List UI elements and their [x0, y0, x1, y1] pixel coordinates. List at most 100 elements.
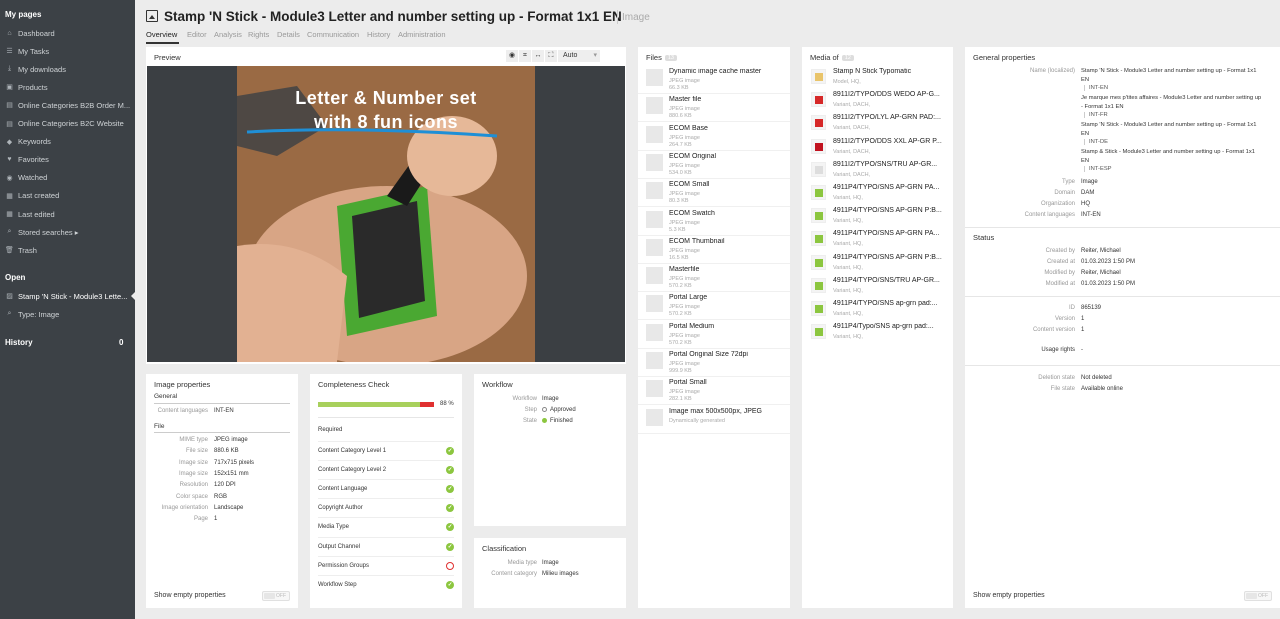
- file-list-item[interactable]: ECOM Swatch JPEG image 5.3 KB: [638, 208, 790, 236]
- file-list-item[interactable]: Portal Original Size 72dpi JPEG image 999.…: [638, 349, 790, 377]
- preview-viewport[interactable]: Letter & Number set with 8 fun icons: [147, 66, 625, 362]
- sidebar-item-keywords[interactable]: ◆ Keywords: [0, 134, 135, 150]
- media-of-item[interactable]: 4911P4/TYPO/SNS AP-GRN PA... Variant, HQ,: [802, 182, 953, 205]
- localized-name-line2: - Format 1x1 EN: [1081, 103, 1124, 110]
- file-size: 999.9 KB: [669, 368, 692, 374]
- fullscreen-icon[interactable]: ⛶: [545, 50, 557, 62]
- tab-history[interactable]: History: [367, 30, 390, 39]
- localized-name-lang: INT-DE: [1084, 139, 1108, 145]
- sidebar-item-last-created[interactable]: ▦ Last created: [0, 188, 135, 204]
- media-of-subtitle: Variant, HQ,: [833, 287, 863, 294]
- sidebar-item-my-tasks[interactable]: ☰ My Tasks: [0, 43, 135, 59]
- required-field-label: Permission Groups: [318, 562, 370, 569]
- sidebar-item-watched[interactable]: ◉ Watched: [0, 170, 135, 186]
- show-empty-toggle[interactable]: OFF: [1244, 591, 1272, 601]
- home-icon: ⌂: [7, 29, 12, 37]
- file-list-item[interactable]: ECOM Original JPEG image 534.0 KB: [638, 151, 790, 179]
- media-of-item[interactable]: 8911I2/TYPO/DDS WEDO AP-G... Variant, DAC…: [802, 89, 953, 112]
- sidebar-item-favorites[interactable]: ♥ Favorites: [0, 152, 135, 168]
- workflow-panel: Workflow Workflow Image Step Approved St…: [474, 374, 626, 526]
- content-category-value: Milieu images: [542, 571, 579, 577]
- missing-icon: [446, 561, 454, 570]
- domain-value: DAM: [1081, 190, 1095, 196]
- file-size: 282.1 KB: [669, 396, 692, 403]
- file-list-item[interactable]: Master file JPEG image 880.6 KB: [638, 94, 790, 123]
- media-of-item[interactable]: Stamp N Stick Typomatic Model, HQ,: [802, 66, 953, 89]
- sidebar-item-online-categories-b2b-order-m[interactable]: ▤ Online Categories B2B Order M...: [0, 97, 135, 113]
- sidebar-item-my-downloads[interactable]: ⤓ My downloads: [0, 61, 135, 77]
- state-value: Finished: [550, 418, 573, 424]
- file-icon: [646, 380, 663, 398]
- workflow-value: Image: [542, 396, 559, 402]
- crop-icon[interactable]: ⌗: [519, 50, 531, 62]
- file-list-item[interactable]: ECOM Small JPEG image 80.3 KB: [638, 179, 790, 208]
- file-icon: [646, 323, 663, 341]
- completeness-heading: Completeness Check: [318, 380, 390, 389]
- media-of-item[interactable]: 8911I2/TYPO/LYL AP-GRN PAD:... Variant, D…: [802, 112, 953, 135]
- file-list-item[interactable]: Portal Medium JPEG image 570.2 KB: [638, 321, 790, 349]
- media-of-item[interactable]: 8911I2/TYPO/DDS XXL AP-GR P... Variant, D…: [802, 136, 953, 159]
- localized-name-lang: INT-FR: [1084, 112, 1108, 118]
- organization-label: Organization: [1040, 201, 1075, 207]
- file-size: 66.3 KB: [669, 85, 689, 91]
- zoom-select[interactable]: Auto ▾: [558, 50, 600, 62]
- file-list-item[interactable]: Portal Large JPEG image 570.2 KB: [638, 292, 790, 321]
- open-item-current-asset[interactable]: ▨ Stamp 'N Stick - Module3 Lette...: [0, 288, 135, 304]
- tab-communication[interactable]: Communication: [307, 30, 359, 39]
- sidebar-item-products[interactable]: ▣ Products: [0, 79, 135, 95]
- sidebar-item-trash[interactable]: 🗑 Trash: [0, 242, 135, 258]
- file-size: 16.5 KB: [669, 254, 689, 261]
- tab-overview[interactable]: Overview: [146, 30, 177, 39]
- open-item-type-filter[interactable]: ⌕ Type: Image: [0, 306, 135, 322]
- prop-value: Landscape: [214, 504, 244, 511]
- eye-icon[interactable]: ◉: [506, 50, 518, 62]
- sidebar-item-stored-searches[interactable]: ⌕ Stored searches ▸: [0, 224, 135, 240]
- media-of-item[interactable]: 8911I2/TYPO/SNS/TRU AP-GR... Variant, DAC…: [802, 159, 953, 182]
- media-of-item[interactable]: 4911P4/TYPO/SNS AP-GRN PA... Variant, HQ,: [802, 228, 953, 251]
- media-of-title: 4911P4/TYPO/SNS AP-GRN P:B...: [833, 253, 942, 261]
- file-subheading: File: [154, 423, 165, 430]
- media-of-title: 4911P4/TYPO/SNS ap-grn pad:...: [833, 300, 938, 307]
- file-list-item[interactable]: Masterfile JPEG image 570.2 KB: [638, 264, 790, 293]
- product-thumbnail: [811, 277, 826, 293]
- file-list-item[interactable]: ECOM Base JPEG image 264.7 KB: [638, 123, 790, 151]
- required-field-label: Content Language: [318, 486, 368, 493]
- file-title: ECOM Original: [669, 152, 717, 160]
- media-of-item[interactable]: 4911P4/TYPO/SNS/TRU AP-GR... Variant, HQ,: [802, 275, 953, 298]
- fit-width-icon[interactable]: ↔: [532, 50, 544, 62]
- file-icon: [646, 69, 663, 86]
- tab-administration[interactable]: Administration: [398, 30, 446, 39]
- file-list-item[interactable]: Portal Small JPEG image 282.1 KB: [638, 377, 790, 406]
- content-languages-label: Content languages: [1024, 212, 1075, 218]
- media-of-item[interactable]: 4911P4/TYPO/SNS AP-GRN P:B... Variant, HQ…: [802, 252, 953, 275]
- required-field-row: Output Channel ✓: [318, 536, 454, 556]
- show-empty-toggle[interactable]: OFF: [262, 591, 290, 601]
- tab-analysis[interactable]: Analysis: [214, 30, 242, 39]
- sidebar-item-label: Keywords: [18, 137, 51, 147]
- file-size: 5.3 KB: [669, 226, 686, 233]
- product-thumbnail-swatch: [815, 165, 823, 174]
- file-list-item[interactable]: Dynamic image cache master JPEG image 66.3…: [638, 66, 790, 94]
- media-of-count-badge: 12: [841, 55, 854, 61]
- heart-icon: ♥: [7, 156, 12, 164]
- general-properties-heading: General properties: [973, 53, 1036, 62]
- media-type-label: Media type: [507, 560, 537, 566]
- content-version-label: Content version: [1032, 327, 1075, 333]
- media-of-item[interactable]: 4911P4/Typo/SNS ap-grn pad:... Variant, H…: [802, 321, 953, 344]
- product-thumbnail: [811, 301, 826, 316]
- required-field-row: Permission Groups: [318, 555, 454, 575]
- tab-rights[interactable]: Rights: [248, 30, 269, 39]
- history-heading[interactable]: History: [5, 338, 33, 347]
- file-list-item[interactable]: ECOM Thumbnail JPEG image 16.5 KB: [638, 236, 790, 264]
- tab-details[interactable]: Details: [277, 30, 300, 39]
- tab-editor[interactable]: Editor: [187, 30, 207, 39]
- media-of-item[interactable]: 4911P4/TYPO/SNS AP-GRN P:B... Variant, HQ…: [802, 205, 953, 228]
- sidebar-item-last-edited[interactable]: ▦ Last edited: [0, 206, 135, 222]
- file-icon: [646, 125, 663, 143]
- file-title: Image max 500x500px, JPEG: [669, 407, 762, 415]
- product-thumbnail: [811, 254, 826, 270]
- file-list-item[interactable]: Image max 500x500px, JPEG Dynamically gen…: [638, 406, 790, 434]
- sidebar-item-dashboard[interactable]: ⌂ Dashboard: [0, 25, 135, 41]
- media-of-item[interactable]: 4911P4/TYPO/SNS ap-grn pad:... Variant, H…: [802, 298, 953, 321]
- sidebar-item-online-categories-b2c-website[interactable]: ▤ Online Categories B2C Website: [0, 116, 135, 132]
